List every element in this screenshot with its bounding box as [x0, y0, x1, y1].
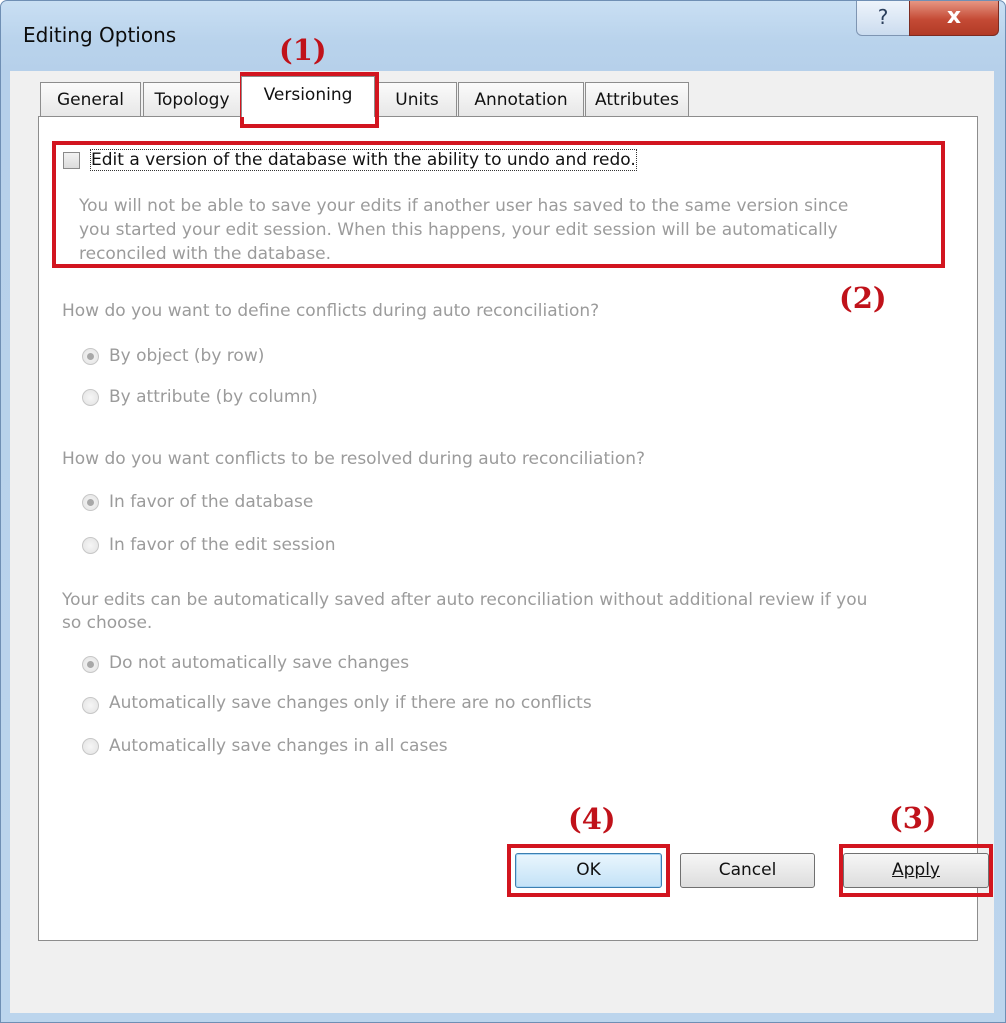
annotation-box-3	[839, 844, 993, 897]
window-title: Editing Options	[23, 23, 177, 47]
annotation-label-2: (2)	[839, 281, 887, 315]
tab-attributes[interactable]: Attributes	[585, 82, 689, 116]
auto-save-question-line-1: Your edits can be automatically saved af…	[62, 590, 868, 610]
radio-by-attribute-label: By attribute (by column)	[109, 387, 318, 407]
close-icon: x	[946, 4, 962, 29]
tab-annotation[interactable]: Annotation	[458, 82, 584, 116]
conflict-definition-question: How do you want to define conflicts duri…	[62, 301, 600, 321]
radio-by-attribute[interactable]	[82, 389, 99, 406]
radio-favor-edit-session-label: In favor of the edit session	[109, 535, 336, 555]
tab-label: Topology	[154, 90, 230, 110]
tab-topology[interactable]: Topology	[143, 82, 241, 116]
conflict-resolution-question: How do you want conflicts to be resolved…	[62, 449, 646, 469]
tab-general[interactable]: General	[40, 82, 141, 116]
tab-units[interactable]: Units	[377, 82, 457, 116]
annotation-label-1: (1)	[279, 33, 327, 67]
radio-save-all-cases[interactable]	[82, 738, 99, 755]
radio-favor-database[interactable]	[82, 494, 99, 511]
editing-options-dialog: Editing Options ? x General Topology Ver…	[0, 0, 1006, 1023]
radio-no-auto-save[interactable]	[82, 656, 99, 673]
annotation-label-4: (4)	[568, 802, 616, 836]
auto-save-question-line-2: so choose.	[62, 613, 153, 633]
radio-by-object[interactable]	[82, 348, 99, 365]
help-icon: ?	[877, 5, 889, 29]
tab-label: Attributes	[595, 90, 679, 110]
cancel-button[interactable]: Cancel	[680, 853, 815, 888]
radio-save-if-no-conflicts[interactable]	[82, 697, 99, 714]
tab-label: Versioning	[263, 85, 353, 105]
annotation-label-3: (3)	[889, 801, 937, 835]
radio-by-object-label: By object (by row)	[109, 346, 265, 366]
tab-label: General	[57, 90, 124, 110]
close-button[interactable]: x	[909, 1, 999, 36]
tab-label: Units	[395, 90, 439, 110]
help-button[interactable]: ?	[856, 1, 910, 36]
radio-no-auto-save-label: Do not automatically save changes	[109, 653, 410, 673]
annotation-box-2	[52, 141, 945, 268]
tab-versioning[interactable]: Versioning	[241, 76, 375, 117]
annotation-box-4	[507, 844, 670, 897]
radio-favor-edit-session[interactable]	[82, 537, 99, 554]
cancel-label: Cancel	[718, 860, 777, 880]
radio-save-all-cases-label: Automatically save changes in all cases	[109, 736, 448, 756]
radio-favor-database-label: In favor of the database	[109, 492, 314, 512]
tab-label: Annotation	[474, 90, 568, 110]
radio-save-if-no-conflicts-label: Automatically save changes only if there…	[109, 693, 592, 713]
